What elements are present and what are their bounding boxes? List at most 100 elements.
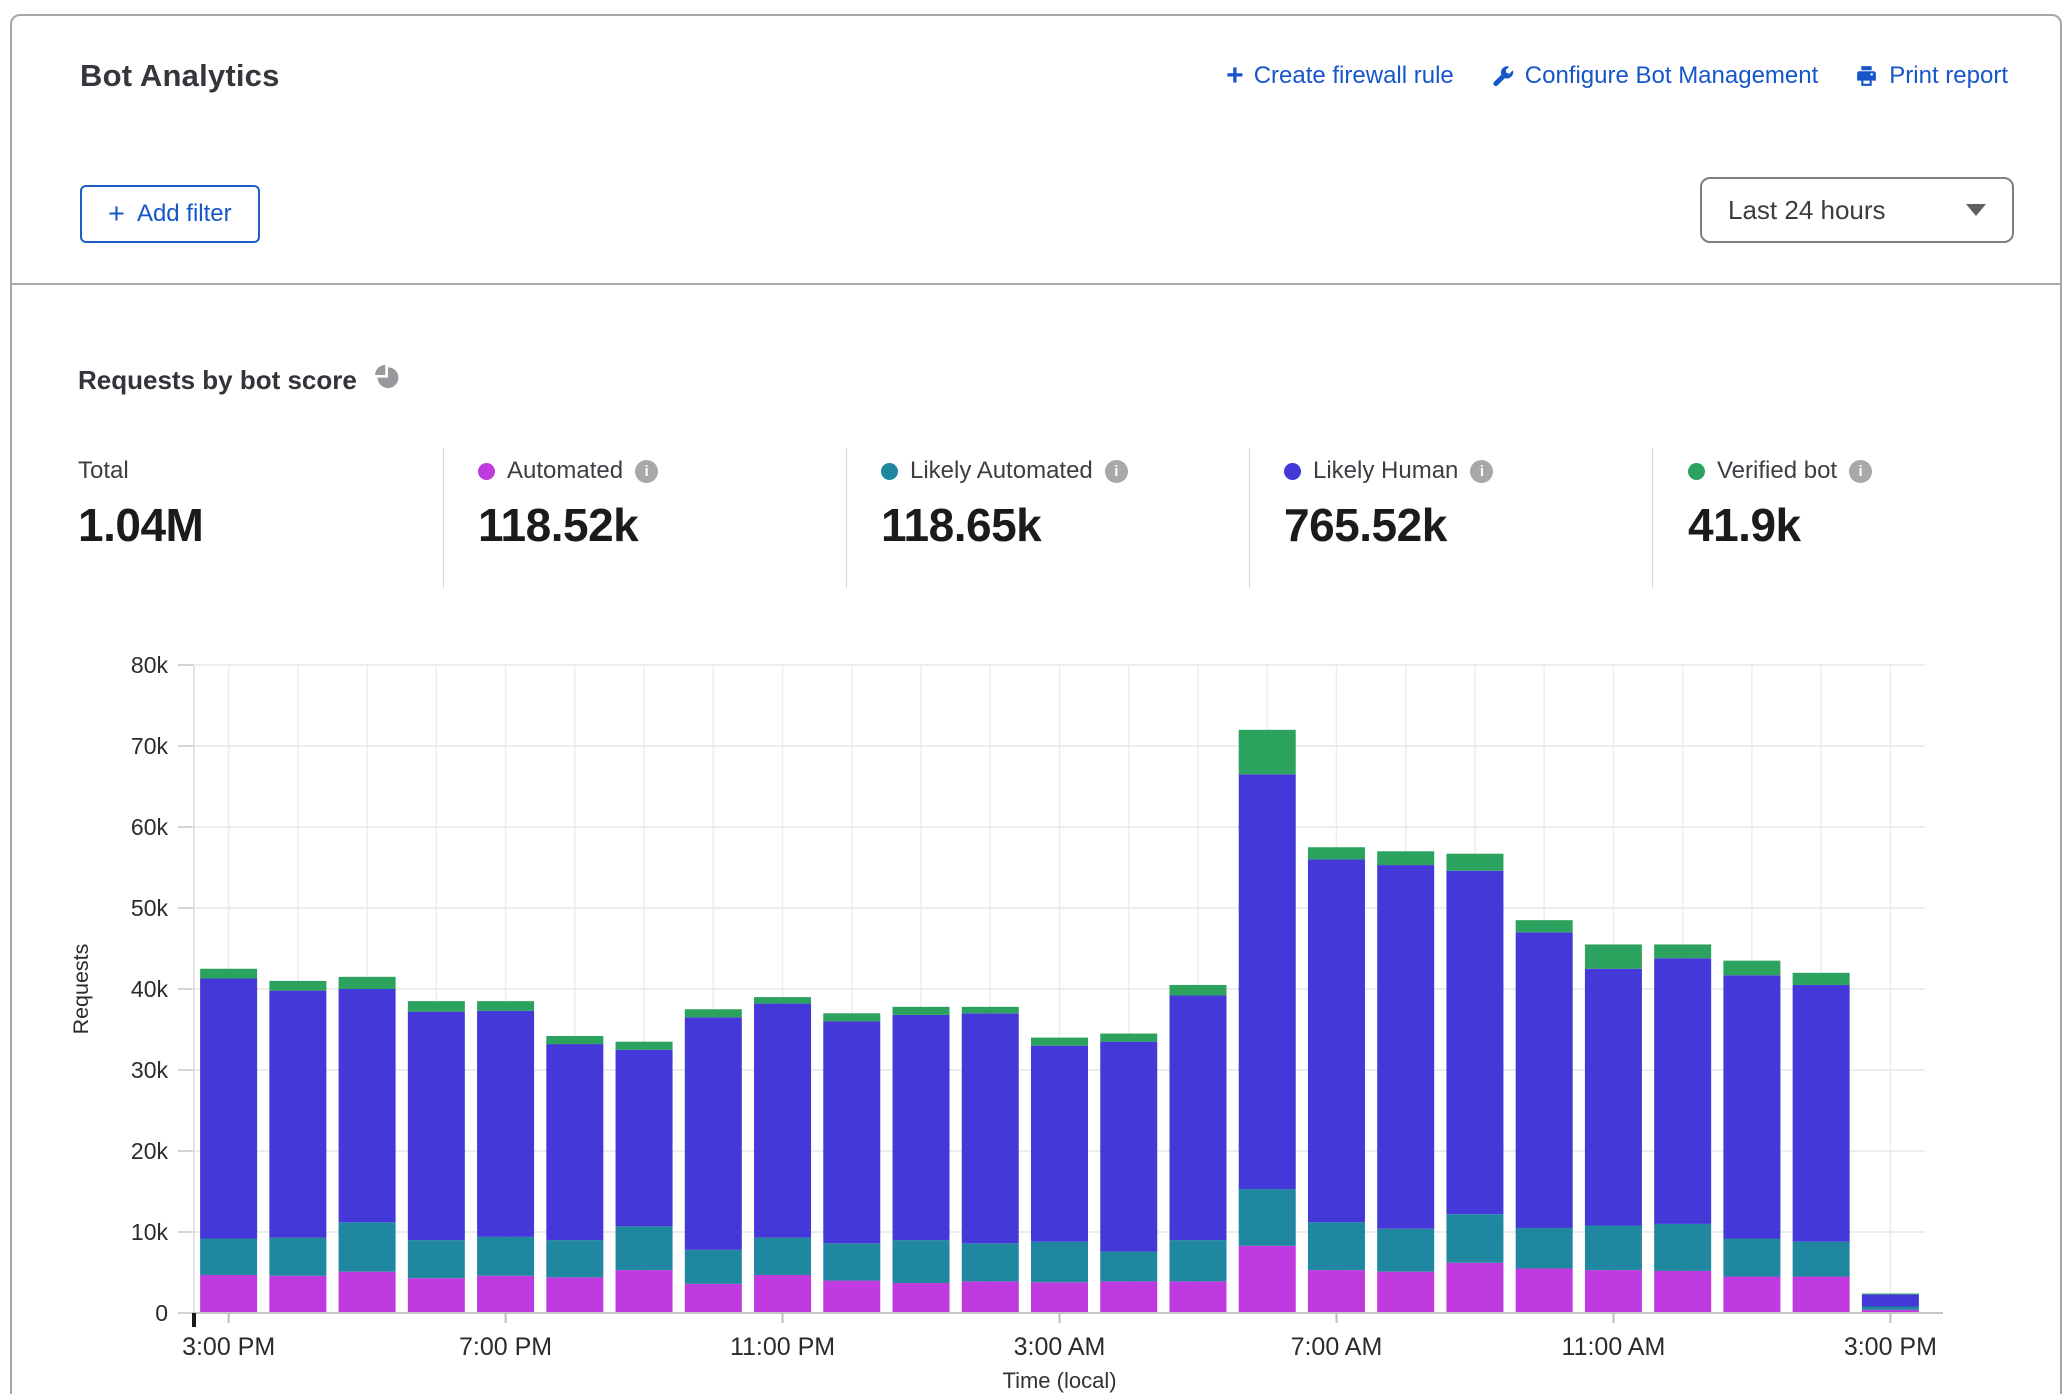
bar-segment[interactable] (1308, 859, 1365, 1222)
bar-segment[interactable] (1169, 985, 1226, 996)
bar-segment[interactable] (1446, 1214, 1503, 1263)
info-icon[interactable]: i (1105, 460, 1128, 483)
bar-segment[interactable] (1654, 944, 1711, 958)
bar-segment[interactable] (339, 1272, 396, 1313)
bar-segment[interactable] (1169, 1240, 1226, 1281)
bar-segment[interactable] (1585, 944, 1642, 968)
bar-segment[interactable] (823, 1021, 880, 1243)
bar-segment[interactable] (408, 1001, 465, 1012)
bar-6:00 AM[interactable] (1239, 730, 1296, 1313)
bar-segment[interactable] (685, 1284, 742, 1313)
bar-segment[interactable] (1239, 774, 1296, 1189)
bar-segment[interactable] (893, 1015, 950, 1240)
configure-bot-management-link[interactable]: Configure Bot Management (1490, 62, 1819, 90)
bar-segment[interactable] (1377, 1229, 1434, 1272)
bar-segment[interactable] (1862, 1294, 1919, 1295)
bar-segment[interactable] (1446, 871, 1503, 1214)
bar-segment[interactable] (1377, 851, 1434, 865)
bar-7:00 AM[interactable] (1308, 847, 1365, 1313)
bar-segment[interactable] (1308, 1222, 1365, 1270)
bar-segment[interactable] (200, 978, 257, 1238)
bar-segment[interactable] (823, 1281, 880, 1313)
bar-1:00 PM[interactable] (1723, 961, 1780, 1313)
bar-segment[interactable] (1585, 1270, 1642, 1313)
bar-segment[interactable] (477, 1011, 534, 1237)
bar-12:00 AM[interactable] (823, 1013, 880, 1313)
bar-segment[interactable] (1031, 1282, 1088, 1313)
bar-11:00 AM[interactable] (1585, 944, 1642, 1313)
bar-10:00 PM[interactable] (685, 1009, 742, 1313)
bar-segment[interactable] (546, 1036, 603, 1044)
bar-4:00 PM[interactable] (269, 981, 326, 1313)
bar-2:00 PM[interactable] (1793, 973, 1850, 1313)
bar-segment[interactable] (200, 969, 257, 979)
bar-10:00 AM[interactable] (1516, 920, 1573, 1313)
bar-segment[interactable] (1031, 1242, 1088, 1283)
bar-segment[interactable] (269, 1276, 326, 1313)
bar-segment[interactable] (1446, 1263, 1503, 1313)
bar-segment[interactable] (1308, 1270, 1365, 1313)
bar-segment[interactable] (1585, 969, 1642, 1226)
bar-segment[interactable] (1169, 1281, 1226, 1313)
bar-5:00 AM[interactable] (1169, 985, 1226, 1313)
bar-segment[interactable] (1862, 1294, 1919, 1306)
bar-5:00 PM[interactable] (339, 977, 396, 1313)
bar-segment[interactable] (1793, 1242, 1850, 1277)
bar-segment[interactable] (754, 997, 811, 1003)
bar-segment[interactable] (1654, 958, 1711, 1224)
bar-4:00 AM[interactable] (1100, 1034, 1157, 1313)
bar-segment[interactable] (754, 1238, 811, 1275)
bar-segment[interactable] (1239, 1246, 1296, 1313)
bar-segment[interactable] (616, 1050, 673, 1227)
bar-segment[interactable] (1654, 1224, 1711, 1271)
bar-segment[interactable] (1793, 985, 1850, 1242)
bar-segment[interactable] (962, 1281, 1019, 1313)
bar-segment[interactable] (1723, 961, 1780, 976)
bar-segment[interactable] (616, 1042, 673, 1050)
bar-segment[interactable] (408, 1012, 465, 1240)
bar-segment[interactable] (408, 1240, 465, 1278)
bar-segment[interactable] (1793, 973, 1850, 985)
bar-segment[interactable] (269, 1238, 326, 1276)
bar-segment[interactable] (269, 991, 326, 1238)
info-icon[interactable]: i (1470, 460, 1493, 483)
bar-segment[interactable] (1516, 1228, 1573, 1269)
bar-segment[interactable] (823, 1243, 880, 1280)
bar-segment[interactable] (200, 1275, 257, 1313)
bar-segment[interactable] (1239, 730, 1296, 775)
bar-segment[interactable] (339, 1222, 396, 1271)
bar-segment[interactable] (1516, 932, 1573, 1228)
print-report-link[interactable]: Print report (1854, 62, 2008, 90)
bar-segment[interactable] (200, 1238, 257, 1274)
add-filter-button[interactable]: + Add filter (80, 185, 260, 243)
bar-segment[interactable] (893, 1240, 950, 1283)
bar-segment[interactable] (962, 1243, 1019, 1281)
bar-9:00 AM[interactable] (1446, 854, 1503, 1313)
bar-segment[interactable] (477, 1276, 534, 1313)
bar-segment[interactable] (685, 1009, 742, 1017)
bar-8:00 PM[interactable] (546, 1036, 603, 1313)
bar-segment[interactable] (1862, 1307, 1919, 1310)
bar-3:00 PM[interactable] (200, 969, 257, 1313)
bar-segment[interactable] (269, 981, 326, 991)
bar-3:00 PM[interactable] (1862, 1294, 1919, 1313)
bar-3:00 AM[interactable] (1031, 1038, 1088, 1313)
bar-8:00 AM[interactable] (1377, 851, 1434, 1313)
bar-9:00 PM[interactable] (616, 1042, 673, 1313)
bar-2:00 AM[interactable] (962, 1007, 1019, 1313)
bar-segment[interactable] (754, 1004, 811, 1238)
bar-segment[interactable] (1723, 1238, 1780, 1276)
bar-6:00 PM[interactable] (408, 1001, 465, 1313)
bar-segment[interactable] (1100, 1251, 1157, 1281)
bar-segment[interactable] (546, 1240, 603, 1277)
bar-segment[interactable] (1031, 1038, 1088, 1046)
bar-segment[interactable] (339, 989, 396, 1222)
bar-segment[interactable] (616, 1270, 673, 1313)
bar-segment[interactable] (754, 1275, 811, 1313)
bar-segment[interactable] (1516, 1268, 1573, 1313)
bar-segment[interactable] (685, 1017, 742, 1249)
bar-segment[interactable] (1169, 995, 1226, 1240)
bar-segment[interactable] (1446, 854, 1503, 871)
bar-segment[interactable] (1723, 975, 1780, 1238)
bar-1:00 AM[interactable] (893, 1007, 950, 1313)
